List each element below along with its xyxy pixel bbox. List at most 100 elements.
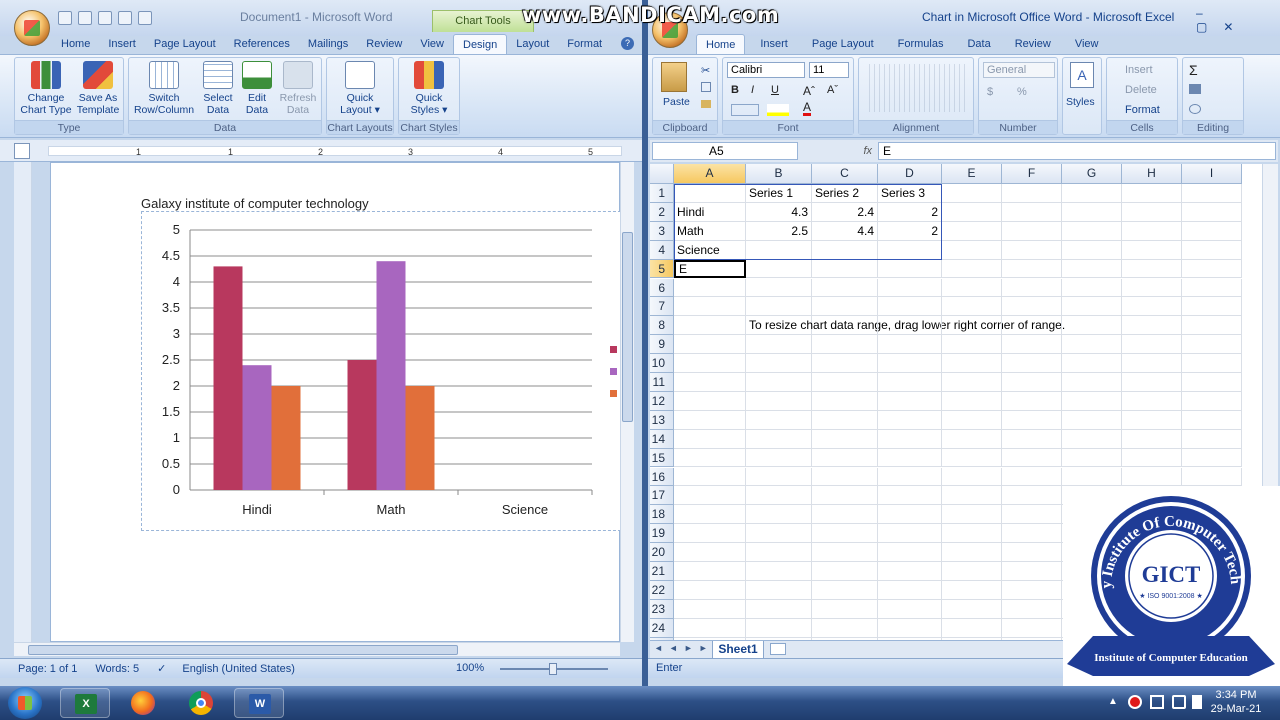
column-header-d[interactable]: D: [878, 164, 942, 184]
cell-d8[interactable]: [878, 316, 942, 336]
tab-review[interactable]: Review: [1006, 34, 1060, 54]
tab-view[interactable]: View: [411, 34, 453, 54]
row-header-7[interactable]: 7: [650, 297, 674, 317]
cell-i5[interactable]: [1182, 259, 1242, 279]
cell-e6[interactable]: [942, 278, 1002, 298]
cell-e5[interactable]: [942, 259, 1002, 279]
cell-e10[interactable]: [942, 354, 1002, 373]
cell-c21[interactable]: [812, 562, 878, 581]
cell-i9[interactable]: [1182, 335, 1242, 355]
select-all-corner[interactable]: [650, 164, 674, 184]
cell-a7[interactable]: [674, 297, 746, 317]
cell-c14[interactable]: [812, 429, 878, 449]
cell-g3[interactable]: [1062, 221, 1122, 241]
column-header-g[interactable]: G: [1062, 164, 1122, 184]
cell-a21[interactable]: [674, 562, 746, 581]
cell-a4[interactable]: Science: [674, 240, 746, 260]
cell-b21[interactable]: [746, 562, 812, 581]
cell-a23[interactable]: [674, 599, 746, 619]
cell-f14[interactable]: [1002, 429, 1062, 449]
cell-c3[interactable]: 4.4: [812, 221, 878, 241]
word-vertical-scrollbar[interactable]: [620, 162, 634, 642]
clock[interactable]: 3:34 PM 29-Mar-21: [1210, 688, 1262, 716]
fill-color-icon[interactable]: [767, 104, 789, 116]
alignment-buttons[interactable]: [865, 64, 969, 112]
row-header-9[interactable]: 9: [650, 335, 674, 355]
cell-h11[interactable]: [1122, 373, 1182, 392]
cell-b20[interactable]: [746, 543, 812, 562]
cell-i6[interactable]: [1182, 278, 1242, 298]
cell-f6[interactable]: [1002, 278, 1062, 298]
cell-h10[interactable]: [1122, 354, 1182, 373]
taskbar-firefox[interactable]: [118, 688, 168, 718]
cell-g13[interactable]: [1062, 410, 1122, 430]
cell-e2[interactable]: [942, 202, 1002, 222]
cell-f21[interactable]: [1002, 562, 1062, 581]
cell-d23[interactable]: [878, 599, 942, 619]
cell-a3[interactable]: Math: [674, 221, 746, 241]
cell-b22[interactable]: [746, 580, 812, 600]
tab-design[interactable]: Design: [453, 34, 508, 54]
zoom-level[interactable]: 100%: [456, 662, 484, 674]
select-data-button[interactable]: Select Data: [199, 61, 237, 116]
cell-e11[interactable]: [942, 373, 1002, 392]
cell-a11[interactable]: [674, 373, 746, 392]
row-header-1[interactable]: 1: [650, 184, 674, 203]
cell-c20[interactable]: [812, 543, 878, 562]
window-controls[interactable]: –▢✕: [1196, 6, 1272, 34]
cell-d9[interactable]: [878, 335, 942, 355]
word-horizontal-scrollbar[interactable]: [14, 642, 620, 656]
cell-a9[interactable]: [674, 335, 746, 355]
cell-i10[interactable]: [1182, 354, 1242, 373]
office-button[interactable]: [14, 10, 50, 46]
bold-button[interactable]: B: [731, 84, 739, 96]
cell-g10[interactable]: [1062, 354, 1122, 373]
cell-d18[interactable]: [878, 505, 942, 525]
cell-c22[interactable]: [812, 580, 878, 600]
italic-button[interactable]: I: [751, 84, 754, 96]
taskbar-excel[interactable]: X: [60, 688, 110, 718]
clear-icon[interactable]: [1189, 104, 1201, 114]
cell-c5[interactable]: [812, 259, 878, 279]
row-header-6[interactable]: 6: [650, 278, 674, 298]
cell-i14[interactable]: [1182, 429, 1242, 449]
cell-b8[interactable]: To resize chart data range, drag lower r…: [746, 316, 1065, 336]
cell-f20[interactable]: [1002, 543, 1062, 562]
cell-e1[interactable]: [942, 184, 1002, 203]
cell-a8[interactable]: [674, 316, 746, 336]
cell-b23[interactable]: [746, 599, 812, 619]
row-header-16[interactable]: 16: [650, 467, 674, 487]
column-header-b[interactable]: B: [746, 164, 812, 184]
copy-icon[interactable]: [701, 82, 711, 92]
sheet-tab-sheet1[interactable]: Sheet1: [712, 641, 764, 659]
cell-d6[interactable]: [878, 278, 942, 298]
row-header-3[interactable]: 3: [650, 221, 674, 241]
fill-icon[interactable]: [1189, 84, 1201, 94]
refresh-data-button[interactable]: Refresh Data: [275, 61, 321, 116]
cell-b16[interactable]: [746, 467, 812, 487]
cell-f11[interactable]: [1002, 373, 1062, 392]
tab-mailings[interactable]: Mailings: [299, 34, 357, 54]
cell-f17[interactable]: [1002, 486, 1062, 506]
fx-label[interactable]: fx: [798, 145, 878, 157]
new-sheet-icon[interactable]: [770, 643, 786, 655]
cell-h13[interactable]: [1122, 410, 1182, 430]
font-color-icon[interactable]: A: [803, 101, 812, 116]
delete-cells-button[interactable]: Delete: [1125, 84, 1157, 96]
cell-b24[interactable]: [746, 618, 812, 638]
cell-e8[interactable]: [942, 316, 1002, 336]
row-header-11[interactable]: 11: [650, 373, 674, 392]
sheet-nav-icons[interactable]: ◄◄►►: [654, 643, 714, 653]
cell-f16[interactable]: [1002, 467, 1062, 487]
cell-e7[interactable]: [942, 297, 1002, 317]
cell-b12[interactable]: [746, 391, 812, 411]
percent-button[interactable]: %: [1017, 86, 1027, 98]
tab-review[interactable]: Review: [357, 34, 411, 54]
help-icon[interactable]: ?: [621, 37, 634, 50]
cell-f7[interactable]: [1002, 297, 1062, 317]
cell-a12[interactable]: [674, 391, 746, 411]
column-header-i[interactable]: I: [1182, 164, 1242, 184]
cell-b3[interactable]: 2.5: [746, 221, 812, 241]
cell-f18[interactable]: [1002, 505, 1062, 525]
undo-icon[interactable]: [118, 11, 132, 25]
